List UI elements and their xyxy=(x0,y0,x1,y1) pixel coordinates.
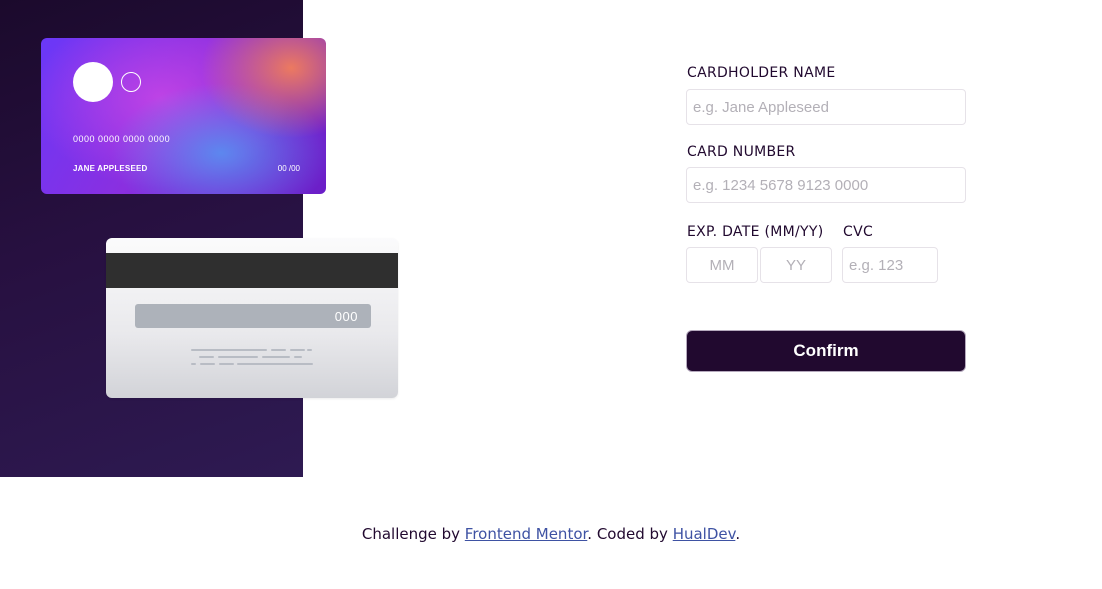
magnetic-stripe xyxy=(106,253,398,288)
exp-month-input[interactable] xyxy=(686,247,758,283)
card-logo-filled-circle-icon xyxy=(73,62,113,102)
card-front-preview: 0000 0000 0000 0000 JANE APPLESEED 00 /0… xyxy=(41,38,326,194)
footer-suffix-text: . xyxy=(735,525,741,543)
card-back-preview: 000 xyxy=(106,238,398,398)
card-expiry-display: 00 /00 xyxy=(277,164,300,173)
cvc-label: CVC xyxy=(843,224,874,240)
frontend-mentor-link[interactable]: Frontend Mentor xyxy=(465,525,588,543)
author-link[interactable]: HualDev xyxy=(673,525,736,543)
cardholder-name-display: JANE APPLESEED xyxy=(73,164,148,173)
card-cvc-display: 000 xyxy=(334,309,358,324)
cvc-input[interactable] xyxy=(842,247,938,283)
exp-year-input[interactable] xyxy=(760,247,832,283)
confirm-button[interactable]: Confirm xyxy=(686,330,966,372)
page: 0000 0000 0000 0000 JANE APPLESEED 00 /0… xyxy=(0,0,1102,589)
footer-middle-text: . Coded by xyxy=(587,525,673,543)
signature-strip: 000 xyxy=(135,304,371,328)
card-logo-outline-circle-icon xyxy=(121,72,141,92)
cardholder-name-input[interactable] xyxy=(686,89,966,125)
card-number-label: CARD NUMBER xyxy=(687,144,796,160)
card-back-fine-print xyxy=(191,349,316,369)
footer-prefix-text: Challenge by xyxy=(361,525,465,543)
exp-date-label: EXP. DATE (MM/YY) xyxy=(687,224,824,240)
cardholder-name-label: CARDHOLDER NAME xyxy=(687,65,836,81)
card-number-display: 0000 0000 0000 0000 xyxy=(73,134,171,144)
attribution-footer: Challenge by Frontend Mentor. Coded by H… xyxy=(0,525,1102,543)
card-number-input[interactable] xyxy=(686,167,966,203)
